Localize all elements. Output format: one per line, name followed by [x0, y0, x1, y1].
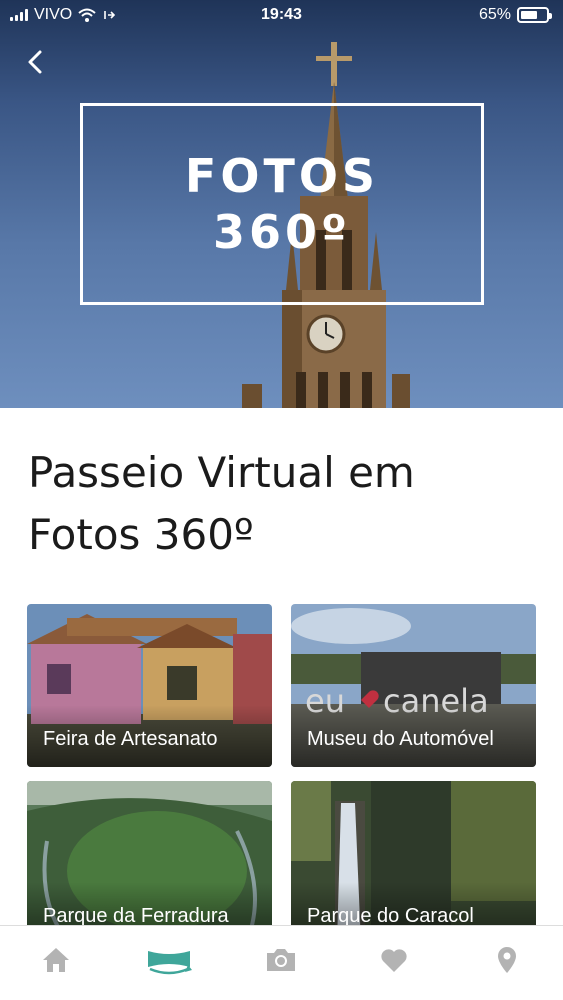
bottom-navigation — [0, 925, 563, 1000]
battery-icon — [517, 7, 552, 23]
chevron-left-icon — [28, 50, 42, 74]
nav-home[interactable] — [26, 936, 86, 984]
nav-favorites[interactable] — [364, 936, 424, 984]
hero-title-line1: FOTOS — [184, 149, 380, 203]
nav-map[interactable] — [477, 936, 537, 984]
hero-banner: FOTOS 360º — [0, 0, 563, 408]
back-button[interactable] — [20, 46, 52, 78]
battery-level — [521, 11, 537, 19]
page-heading: Passeio Virtual em Fotos 360º — [28, 448, 415, 559]
card-parque-do-caracol[interactable]: Parque do Caracol — [291, 781, 536, 944]
panorama-360-icon — [147, 951, 192, 975]
card-label: Feira de Artesanato — [43, 728, 218, 750]
card-feira-de-artesanato[interactable]: Feira de Artesanato — [27, 604, 272, 767]
heart-icon — [381, 949, 407, 972]
home-icon — [43, 948, 70, 972]
hero-title-frame: FOTOS 360º — [80, 103, 484, 305]
hero-title-line2: 360º — [213, 205, 351, 259]
camera-icon — [267, 949, 296, 971]
nav-photos[interactable] — [251, 936, 311, 984]
card-label: Museu do Automóvel — [307, 728, 494, 750]
location-pin-icon — [497, 947, 516, 973]
card-parque-da-ferradura[interactable]: Parque da Ferradura — [27, 781, 272, 944]
nav-360[interactable] — [139, 936, 199, 984]
card-museu-do-automovel[interactable]: eu canela Museu do Automóvel — [291, 604, 536, 767]
battery-percent: 65% — [478, 6, 511, 23]
status-bar: VIVO 19:43 65% — [0, 0, 563, 30]
